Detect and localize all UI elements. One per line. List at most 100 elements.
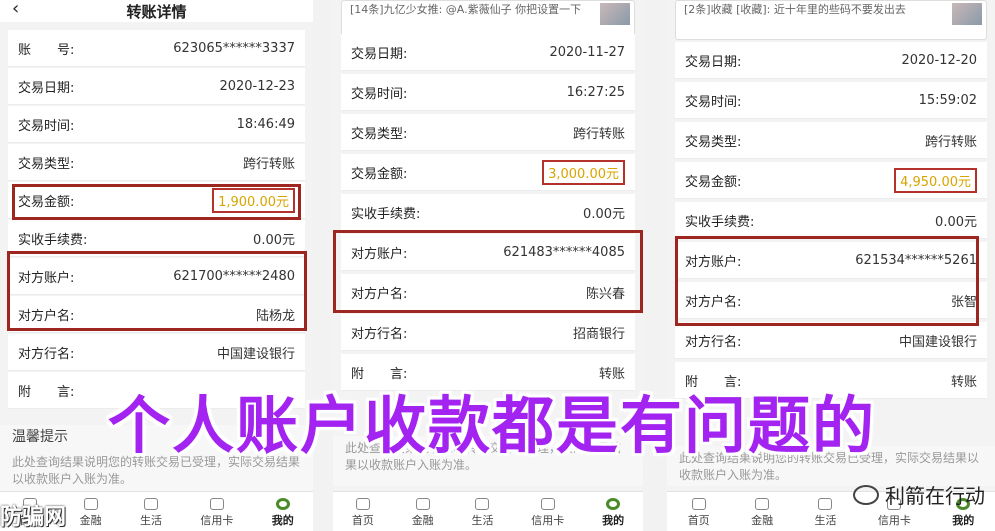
notification-text: [2条]收藏 [收藏]: 近十年里的些码不要发出去: [684, 3, 906, 16]
tab-icon: [83, 498, 98, 510]
tab-label: 我的: [271, 514, 294, 527]
tab-item[interactable]: 信用卡: [531, 498, 564, 528]
detail-row: 对方行名: 中国建设银行: [675, 322, 987, 359]
notification-thumbnail: [600, 3, 630, 25]
tab-label: 信用卡: [877, 514, 911, 527]
detail-row: 实收手续费: 0.00元: [675, 202, 987, 239]
field-label: 交易日期:: [351, 46, 408, 62]
field-label: 交易类型:: [351, 126, 408, 142]
field-label: 交易时间:: [18, 118, 75, 134]
detail-row: 对方行名: 中国建设银行: [8, 334, 305, 371]
notification-thumbnail: [952, 3, 982, 25]
field-label: 实收手续费:: [685, 214, 755, 230]
tab-item[interactable]: 首页: [352, 498, 374, 528]
tab-label: 信用卡: [531, 514, 565, 527]
wechat-icon: [853, 484, 879, 505]
overlay-caption: 个人账户收款都是有问题的: [108, 389, 877, 462]
field-value: 跨行转账: [924, 134, 977, 150]
tab-label: 首页: [351, 514, 374, 527]
detail-row: 交易类型: 跨行转账: [341, 114, 635, 151]
detail-row: 账 号: 623065******3337: [8, 30, 305, 67]
field-label: 对方行名:: [351, 326, 408, 342]
payee-highlight-box: [675, 236, 979, 326]
tab-item[interactable]: 金融: [80, 498, 102, 528]
field-label: 交易时间:: [351, 86, 408, 102]
field-label: 对方行名:: [18, 346, 75, 362]
bottom-tab-bar: 首页 金融 生活 信用卡 我的: [333, 491, 643, 531]
site-watermark: 防骗网: [0, 505, 67, 530]
detail-row: 对方行名: 招商银行: [341, 314, 635, 351]
tab-icon: [606, 498, 621, 510]
tab-icon: [691, 498, 706, 510]
tab-item[interactable]: 信用卡: [200, 498, 233, 528]
tab-label: 我的: [602, 514, 625, 527]
detail-row: 交易类型: 跨行转账: [8, 144, 305, 181]
tab-item[interactable]: 生活: [140, 498, 162, 528]
field-value: 转账: [950, 374, 977, 390]
field-label: 对方行名:: [685, 334, 742, 350]
tab-icon: [755, 498, 770, 510]
field-label: 实收手续费:: [351, 206, 421, 222]
payee-highlight-box: [333, 230, 643, 313]
tab-item[interactable]: 金融: [751, 498, 773, 528]
detail-row: 交易时间: 15:59:02: [675, 82, 987, 119]
detail-row: 交易时间: 18:46:49: [8, 106, 305, 143]
tab-label: 信用卡: [200, 514, 234, 527]
field-value: 15:59:02: [918, 92, 977, 108]
page-header: ‹ 转账详情: [0, 0, 313, 22]
tab-label: 金融: [751, 514, 774, 527]
tab-icon: [355, 498, 370, 510]
tab-item[interactable]: 生活: [471, 498, 493, 528]
tab-item[interactable]: 我的: [272, 498, 294, 528]
back-arrow-icon[interactable]: ‹: [12, 0, 19, 19]
tab-item[interactable]: 生活: [814, 498, 836, 528]
field-value: 16:27:25: [566, 84, 625, 100]
page-title: 转账详情: [126, 2, 187, 21]
detail-row: 交易金额: 4,950.00元: [675, 162, 987, 199]
tab-item[interactable]: 金融: [412, 498, 434, 528]
field-label: 实收手续费:: [18, 232, 88, 248]
tab-item[interactable]: 我的: [602, 498, 624, 528]
detail-row: 交易金额: 3,000.00元: [341, 154, 635, 191]
tab-label: 我的: [952, 514, 975, 527]
tab-label: 生活: [471, 514, 494, 527]
brand-name: 利箭在行动: [885, 484, 985, 508]
detail-row: 交易日期: 2020-12-23: [8, 68, 305, 105]
detail-row: 交易日期: 2020-11-27: [341, 34, 635, 71]
amount-highlight-box: [12, 184, 301, 220]
amount-value: 3,000.00元: [542, 159, 625, 185]
payee-highlight-box: [7, 251, 307, 331]
field-label: 交易时间:: [685, 94, 742, 110]
field-value: 中国建设银行: [216, 346, 295, 362]
field-value: 18:46:49: [236, 116, 295, 132]
field-label: 附 言:: [18, 384, 75, 400]
tab-icon: [143, 498, 158, 510]
tab-label: 生活: [139, 514, 162, 527]
field-value: 0.00元: [935, 214, 977, 230]
field-value: 0.00元: [583, 206, 625, 222]
detail-row: 交易日期: 2020-12-20: [675, 42, 987, 79]
tab-icon: [209, 498, 224, 510]
tab-icon: [275, 498, 290, 510]
tab-label: 首页: [687, 514, 710, 527]
tab-icon: [818, 498, 833, 510]
tab-label: 生活: [814, 514, 837, 527]
tab-label: 金融: [411, 514, 434, 527]
chat-notification[interactable]: [2条]收藏 [收藏]: 近十年里的些码不要发出去: [675, 0, 987, 40]
field-label: 交易日期:: [18, 80, 75, 96]
tab-icon: [415, 498, 430, 510]
field-label: 交易日期:: [685, 54, 742, 70]
field-value: 623065******3337: [173, 40, 295, 56]
field-value: 0.00元: [253, 232, 295, 248]
tab-icon: [540, 498, 555, 510]
detail-row: 交易时间: 16:27:25: [341, 74, 635, 111]
tab-icon: [475, 498, 490, 510]
tab-item[interactable]: 首页: [688, 498, 710, 528]
field-value: 2020-12-23: [219, 78, 295, 94]
brand-label: 利箭在行动: [853, 480, 985, 509]
field-label: 交易类型:: [18, 156, 75, 172]
field-value: 跨行转账: [242, 156, 295, 172]
field-label: 账 号:: [18, 42, 75, 58]
detail-row: 实收手续费: 0.00元: [341, 194, 635, 231]
field-label: 交易金额:: [351, 166, 408, 182]
